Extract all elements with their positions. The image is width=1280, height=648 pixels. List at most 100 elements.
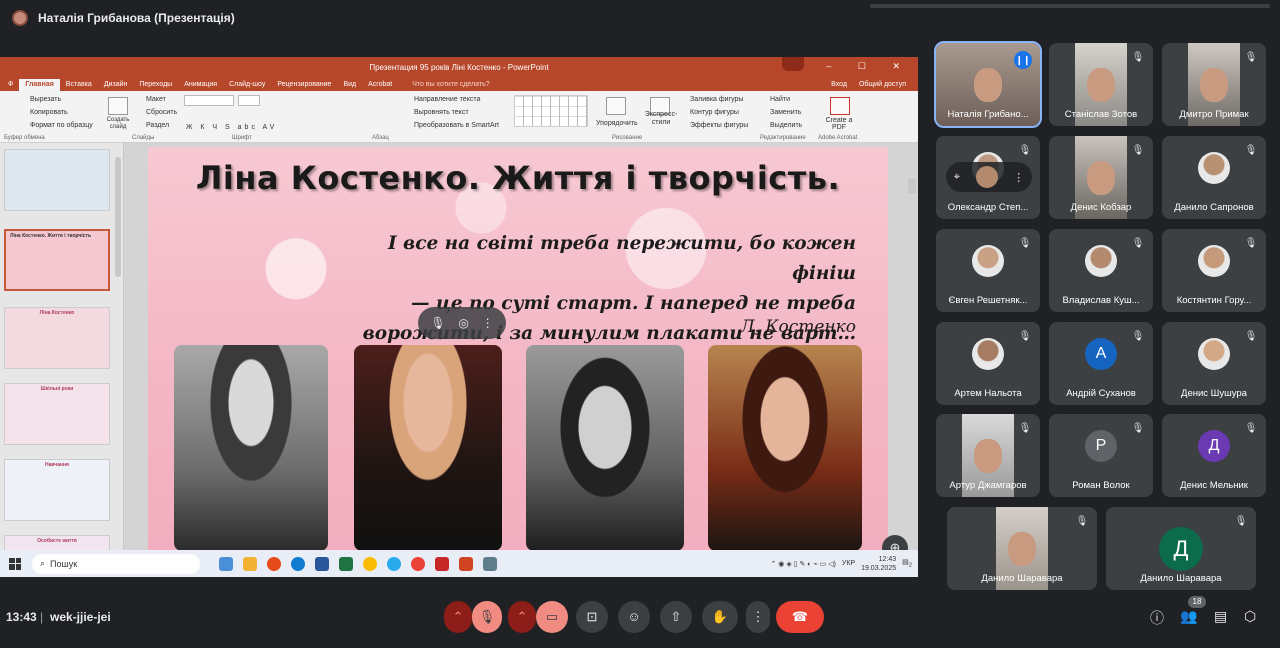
info-icon[interactable]: ⓘ — [1150, 608, 1164, 628]
raise-hand-button[interactable]: ✋ — [702, 601, 738, 633]
hide-icon[interactable]: ◎ — [458, 316, 468, 330]
participant-tile[interactable]: Д 🎙 Денис Мельник — [1162, 414, 1266, 497]
more-options-icon[interactable]: ⋮ — [1013, 171, 1024, 184]
activities-icon[interactable]: ⬡ — [1244, 608, 1256, 625]
participant-tile[interactable]: ❙❙ Наталія Грибано... — [934, 41, 1042, 128]
camera-off-button[interactable]: ▭ — [536, 601, 568, 633]
arrange-icon[interactable] — [606, 97, 626, 115]
pin-icon[interactable]: ⌖ — [954, 171, 960, 184]
tab-home[interactable]: Главная — [19, 79, 60, 91]
quick-styles-button[interactable]: Экспресс-стили — [644, 111, 678, 126]
participant-tile[interactable]: 🎙 Артур Джамгаров — [936, 414, 1040, 497]
participant-tile[interactable]: Р 🎙 Роман Волок — [1049, 414, 1153, 497]
people-icon[interactable]: 👥 — [1180, 608, 1197, 625]
create-pdf-button[interactable]: Create a PDF — [824, 117, 854, 131]
thumbnail-5[interactable]: Навчання — [4, 459, 110, 521]
select-button[interactable]: Выделить — [760, 119, 802, 132]
text-direction-button[interactable]: Направление текста — [404, 93, 499, 106]
participant-tile[interactable]: 🎙 Станіслав Зотов — [1049, 43, 1153, 126]
tab-file[interactable]: Ф — [2, 79, 19, 91]
audio-options-button[interactable]: ⌃ — [444, 601, 472, 633]
mic-off-icon[interactable]: 🎙 — [430, 316, 445, 330]
participant-tile[interactable]: 🎙 Данило Шаравара — [947, 507, 1097, 590]
tab-acrobat[interactable]: Acrobat — [362, 79, 398, 91]
present-button[interactable]: ⇧ — [660, 601, 692, 633]
shapes-gallery[interactable] — [514, 95, 588, 127]
chrome-icon-3[interactable] — [411, 556, 425, 571]
participant-tile[interactable]: Д 🎙 Данило Шаравара — [1106, 507, 1256, 590]
cut-button[interactable]: Вырезать — [6, 93, 93, 106]
participant-tile[interactable]: А 🎙 Андрій Суханов — [1049, 322, 1153, 405]
font-name-input[interactable] — [184, 95, 234, 106]
acrobat-icon[interactable] — [435, 556, 449, 571]
notification-icon[interactable]: ▤2 — [902, 558, 912, 568]
window-buttons[interactable]: – ☐ ✕ — [826, 61, 912, 72]
leave-call-button[interactable]: ☎ — [776, 601, 824, 633]
clock[interactable]: 12:43 19.03.2025 — [861, 555, 896, 573]
smartart-button[interactable]: Преобразовать в SmartArt — [404, 119, 499, 132]
recording-tab[interactable] — [782, 57, 804, 71]
participant-tile[interactable]: 🎙 Артем Нальота — [936, 322, 1040, 405]
arrange-button[interactable]: Упорядочить — [596, 117, 638, 130]
participant-tile[interactable]: 🎙 Владислав Куш... — [1049, 229, 1153, 312]
shape-effects-button[interactable]: Эффекты фигуры — [680, 119, 748, 132]
chrome-icon[interactable] — [267, 556, 281, 571]
reset-button[interactable]: Сбросить — [138, 106, 177, 119]
tab-slideshow[interactable]: Слайд-шоу — [223, 79, 271, 91]
font-size-input[interactable] — [238, 95, 260, 106]
shape-outline-button[interactable]: Контур фигуры — [680, 106, 748, 119]
edge-icon[interactable] — [291, 556, 305, 571]
participant-tile[interactable]: 🎙 Денис Кобзар — [1049, 136, 1153, 219]
replace-button[interactable]: Заменить — [760, 106, 802, 119]
section-button[interactable]: Раздел — [138, 119, 177, 132]
tell-me-input[interactable]: Что вы хотите сделать? — [406, 79, 495, 91]
share-button[interactable]: Общий доступ — [853, 79, 912, 91]
tab-review[interactable]: Рецензирование — [271, 79, 337, 91]
tray-icons[interactable]: ⌃ ◉ ◈ ▯ ✎ ◐ ⌁ ▭ ◁) — [770, 560, 835, 568]
chat-icon[interactable]: ▤ — [1214, 608, 1227, 625]
telegram-icon[interactable] — [387, 556, 401, 571]
participant-tile[interactable]: 🎙 Костянтин Гору... — [1162, 229, 1266, 312]
emoji-button[interactable]: ☺ — [618, 601, 650, 633]
windows-start-icon[interactable] — [6, 555, 24, 573]
language-indicator[interactable]: УКР — [842, 560, 855, 567]
copy-button[interactable]: Копировать — [6, 106, 93, 119]
app-icon[interactable] — [219, 556, 233, 571]
tab-design[interactable]: Дизайн — [98, 79, 134, 91]
participant-tile[interactable]: 🎙 Дмитро Примак — [1162, 43, 1266, 126]
powerpoint-icon[interactable] — [459, 556, 473, 571]
font-format-buttons[interactable]: Ж К Ч S abc AV — [186, 121, 277, 134]
create-pdf-icon[interactable] — [830, 97, 850, 115]
word-icon[interactable] — [315, 556, 329, 571]
thumbnail-4[interactable]: Шкільні роки — [4, 383, 110, 445]
captions-button[interactable]: ⊡ — [576, 601, 608, 633]
participant-tile[interactable]: 🎙 ⌖ ⋮ Олександр Степ... — [936, 136, 1040, 219]
tile-hover-controls[interactable]: ⌖ ⋮ — [946, 162, 1032, 192]
taskbar-search[interactable]: ⌕ Пошук — [32, 553, 200, 574]
thumbnail-scrollbar[interactable] — [115, 157, 121, 277]
thumbnail-1[interactable] — [4, 149, 110, 211]
app-icon-2[interactable] — [483, 556, 497, 571]
video-options-button[interactable]: ⌃ — [508, 601, 536, 633]
format-painter-button[interactable]: Формат по образцу — [6, 119, 93, 132]
tab-view[interactable]: Вид — [337, 79, 362, 91]
tab-transitions[interactable]: Переходы — [133, 79, 178, 91]
shape-fill-button[interactable]: Заливка фигуры — [680, 93, 748, 106]
thumbnail-3[interactable]: Ліна Костенко — [4, 307, 110, 369]
participant-tile[interactable]: 🎙 Данило Сапронов — [1162, 136, 1266, 219]
thumbnail-2[interactable]: Ліна Костенко. Життя і творчість — [4, 229, 110, 291]
slide-scrollbar[interactable] — [908, 143, 916, 543]
participant-tile[interactable]: 🎙 Денис Шушура — [1162, 322, 1266, 405]
new-slide-icon[interactable] — [108, 97, 128, 115]
participant-tile[interactable]: 🎙 Євген Решетняк... — [936, 229, 1040, 312]
create-slide-label[interactable]: Создать слайд — [102, 117, 134, 130]
sign-in-link[interactable]: Вход — [825, 79, 853, 91]
find-button[interactable]: Найти — [760, 93, 802, 106]
align-text-button[interactable]: Выровнять текст — [404, 106, 499, 119]
folder-icon[interactable] — [243, 556, 257, 571]
excel-icon[interactable] — [339, 556, 353, 571]
more-options-button[interactable]: ⋮ — [746, 601, 770, 633]
mic-off-button[interactable]: 🎙 — [472, 601, 502, 633]
tab-animation[interactable]: Анимация — [178, 79, 223, 91]
layout-button[interactable]: Макет — [138, 93, 177, 106]
